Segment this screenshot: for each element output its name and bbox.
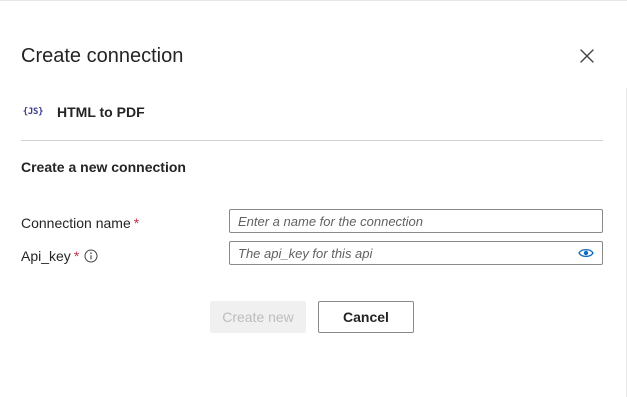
eye-icon	[578, 248, 594, 258]
create-connection-dialog: Create connection {JS} HTML to PDF Creat…	[0, 0, 627, 397]
api-key-label-text: Api_key	[21, 248, 71, 264]
connector-header: {JS} HTML to PDF	[21, 101, 145, 123]
divider	[21, 140, 603, 141]
cancel-button[interactable]: Cancel	[318, 301, 414, 333]
close-button[interactable]	[576, 45, 598, 67]
api-key-label: Api_key *	[21, 248, 98, 264]
section-title: Create a new connection	[21, 159, 186, 175]
connection-name-label: Connection name *	[21, 215, 139, 231]
connection-name-input[interactable]	[229, 209, 603, 233]
connection-name-label-text: Connection name	[21, 215, 131, 231]
dialog-title: Create connection	[21, 45, 184, 67]
api-key-input[interactable]	[229, 241, 603, 265]
create-new-button[interactable]: Create new	[210, 301, 306, 333]
required-marker: *	[133, 215, 140, 231]
top-border	[0, 0, 627, 1]
js-logo-icon: {JS}	[22, 107, 44, 117]
close-icon	[580, 49, 594, 63]
required-marker: *	[73, 248, 80, 264]
info-icon[interactable]	[84, 249, 98, 263]
reveal-password-button[interactable]	[577, 246, 595, 260]
connector-name: HTML to PDF	[57, 104, 145, 120]
